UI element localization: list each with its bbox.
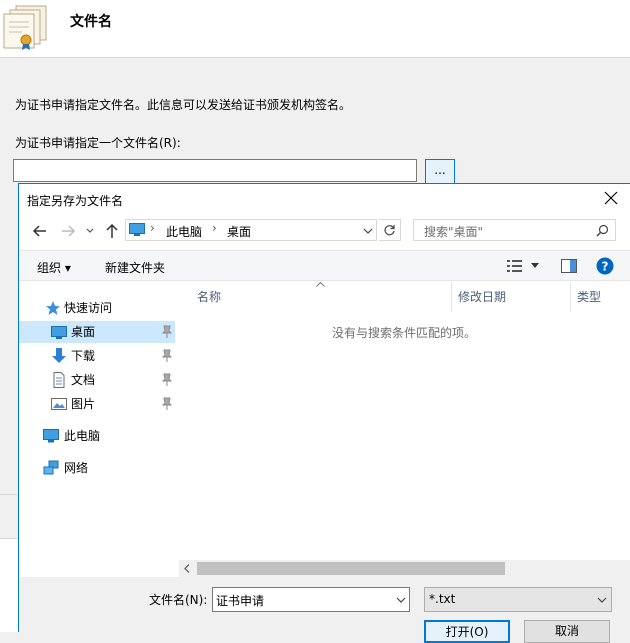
back-icon[interactable] <box>31 222 49 240</box>
preview-pane-icon[interactable] <box>561 259 577 273</box>
certificate-icon <box>3 5 47 50</box>
breadcrumb-separator: › <box>212 221 217 235</box>
breadcrumb-separator: › <box>150 221 155 235</box>
nav-this-pc[interactable]: 此电脑 <box>19 425 175 447</box>
pc-icon <box>129 223 145 236</box>
refresh-button[interactable] <box>379 219 401 241</box>
file-type-select[interactable]: *.txt <box>424 587 612 612</box>
star-icon <box>46 301 60 315</box>
nav-pictures-label: 图片 <box>71 397 96 411</box>
chevron-down-icon[interactable] <box>531 263 539 268</box>
wizard-bottom-edge <box>0 539 18 632</box>
file-type-value: *.txt <box>429 592 456 606</box>
help-icon[interactable]: ? <box>596 257 614 275</box>
sort-indicator-icon <box>316 282 325 287</box>
chevron-down-icon[interactable] <box>597 597 607 603</box>
nav-network-label: 网络 <box>64 461 89 475</box>
filename-label: 文件名(N): <box>149 593 208 607</box>
wizard-footer-edge <box>0 494 18 539</box>
recent-locations-icon[interactable] <box>86 228 94 234</box>
nav-quick-access[interactable]: 快速访问 <box>19 297 175 319</box>
save-as-dialog: 指定另存为文件名 › 此电脑 › 桌面 搜索"桌面" 组织 ▾ 新建文件夹 ? … <box>18 183 630 643</box>
refresh-icon <box>384 225 395 236</box>
download-icon <box>52 348 66 363</box>
nav-desktop[interactable]: 桌面 <box>19 321 175 343</box>
search-placeholder: 搜索"桌面" <box>424 225 484 239</box>
breadcrumb-desktop[interactable]: 桌面 <box>227 223 251 240</box>
filename-value: 证书申请 <box>216 594 265 608</box>
search-icon <box>596 224 609 237</box>
scrollbar-thumb[interactable] <box>197 562 505 575</box>
column-header-type[interactable]: 类型 <box>577 288 601 305</box>
nav-downloads[interactable]: 下载 <box>19 345 175 367</box>
empty-message: 没有与搜索条件匹配的项。 <box>332 326 477 340</box>
up-icon[interactable] <box>103 222 121 240</box>
nav-documents[interactable]: 文档 <box>19 369 175 391</box>
nav-downloads-label: 下载 <box>71 349 96 363</box>
network-icon <box>43 460 59 475</box>
desktop-icon <box>51 326 67 339</box>
nav-desktop-label: 桌面 <box>71 325 96 339</box>
pin-icon[interactable] <box>161 325 173 339</box>
svg-text:?: ? <box>602 260 609 274</box>
pc-icon <box>43 429 59 443</box>
nav-network[interactable]: 网络 <box>19 457 175 479</box>
forward-icon[interactable] <box>59 222 77 240</box>
filename-input[interactable]: 证书申请 <box>212 587 410 612</box>
pin-icon[interactable] <box>161 349 173 363</box>
view-options-icon[interactable] <box>507 260 523 272</box>
nav-quick-access-label: 快速访问 <box>64 301 113 315</box>
address-bar[interactable]: › 此电脑 › 桌面 <box>125 219 377 241</box>
column-separator[interactable] <box>570 282 571 312</box>
page-title: 文件名 <box>70 14 112 30</box>
chevron-down-icon[interactable] <box>363 228 373 234</box>
picture-icon <box>51 398 67 410</box>
pin-icon[interactable] <box>161 397 173 411</box>
column-separator[interactable] <box>451 282 452 312</box>
column-header-date[interactable]: 修改日期 <box>458 288 506 305</box>
nav-documents-label: 文档 <box>71 373 96 387</box>
wizard-header: 文件名 <box>0 0 630 58</box>
nav-pictures[interactable]: 图片 <box>19 393 175 415</box>
organize-menu[interactable]: 组织 ▾ <box>37 259 71 276</box>
breadcrumb-this-pc[interactable]: 此电脑 <box>166 223 202 240</box>
file-list[interactable]: 名称 修改日期 类型 没有与搜索条件匹配的项。 <box>179 282 630 560</box>
browse-button[interactable]: ... <box>425 159 455 184</box>
close-icon[interactable] <box>603 190 619 206</box>
dialog-title: 指定另存为文件名 <box>27 194 124 208</box>
wizard-filename-input[interactable] <box>13 159 417 182</box>
new-folder-button[interactable]: 新建文件夹 <box>105 259 165 276</box>
filename-field-label: 为证书申请指定一个文件名(R): <box>15 136 181 150</box>
wizard-description: 为证书申请指定文件名。此信息可以发送给证书颁发机构签名。 <box>15 98 352 112</box>
nav-this-pc-label: 此电脑 <box>64 429 101 443</box>
document-icon <box>53 372 65 388</box>
search-input[interactable]: 搜索"桌面" <box>413 219 616 241</box>
toolbar: 组织 ▾ 新建文件夹 ? <box>19 250 630 281</box>
navigation-pane: 快速访问 桌面 下载 文档 图片 此电脑 网络 <box>19 282 177 577</box>
column-header-name[interactable]: 名称 <box>197 288 221 305</box>
chevron-down-icon[interactable] <box>396 597 406 603</box>
scroll-left-icon[interactable] <box>184 564 190 573</box>
pin-icon[interactable] <box>161 373 173 387</box>
